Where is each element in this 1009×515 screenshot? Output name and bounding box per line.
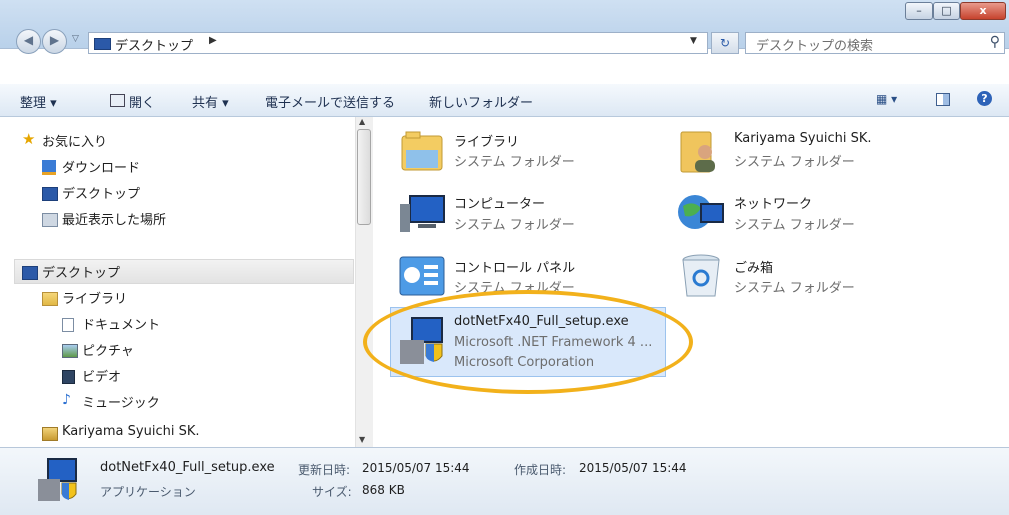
- email-button[interactable]: 電子メールで送信する: [265, 92, 395, 111]
- music-icon: ♪: [62, 392, 71, 408]
- item-type-libraries: システム フォルダー: [454, 155, 575, 170]
- close-button[interactable]: x: [960, 2, 1006, 20]
- network-icon[interactable]: [675, 190, 727, 238]
- computer-icon[interactable]: [396, 190, 448, 238]
- command-bar: 整理 ▾ 開く 共有 ▾ 電子メールで送信する 新しいフォルダー ▦ ▾ ?: [0, 84, 1009, 117]
- address-bar[interactable]: デスクトップ ▶: [88, 32, 708, 54]
- item-name-recycle-bin[interactable]: ごみ箱: [734, 257, 773, 276]
- nav-music[interactable]: ミュージック: [82, 392, 160, 411]
- nav-user-folder[interactable]: Kariyama Syuichi SK.: [62, 424, 199, 439]
- nav-documents[interactable]: ドキュメント: [82, 314, 160, 333]
- document-icon: [62, 318, 74, 332]
- open-icon: [110, 94, 125, 107]
- pictures-icon: [62, 344, 78, 358]
- star-icon: ★: [22, 130, 36, 148]
- recycle-bin-icon[interactable]: [675, 252, 727, 300]
- details-created-label: 作成日時:: [514, 463, 567, 477]
- forward-arrow-icon: ▶: [49, 33, 60, 47]
- history-dropdown-icon[interactable]: ▽: [72, 34, 79, 44]
- address-location[interactable]: デスクトップ: [115, 35, 193, 54]
- desktop-icon: [94, 38, 111, 50]
- item-type-recycle-bin: システム フォルダー: [734, 281, 855, 296]
- refresh-icon: ↻: [719, 36, 731, 50]
- nav-downloads[interactable]: ダウンロード: [62, 157, 140, 176]
- item-type-network: システム フォルダー: [734, 218, 855, 233]
- organize-button[interactable]: 整理 ▾: [20, 92, 57, 111]
- details-pane: [0, 447, 1009, 515]
- new-folder-button[interactable]: 新しいフォルダー: [429, 92, 533, 111]
- nav-desktop[interactable]: デスクトップ: [42, 262, 120, 281]
- details-size-label: サイズ:: [312, 485, 352, 499]
- highlight-circle-annotation: [363, 290, 693, 394]
- preview-pane-icon[interactable]: [936, 93, 950, 106]
- item-type-user: システム フォルダー: [734, 155, 855, 170]
- scroll-thumb[interactable]: [357, 129, 371, 225]
- refresh-button[interactable]: ↻: [711, 32, 739, 54]
- library-icon: [42, 292, 58, 306]
- details-filename: dotNetFx40_Full_setup.exe: [100, 460, 275, 475]
- control-panel-icon[interactable]: [396, 255, 448, 301]
- maximize-icon: □: [941, 4, 952, 17]
- search-box[interactable]: デスクトップの検索 ⚲: [745, 32, 1005, 54]
- user-folder-icon: [42, 427, 58, 441]
- nav-recent-places[interactable]: 最近表示した場所: [62, 209, 166, 228]
- desktop-icon: [42, 187, 58, 201]
- details-type: アプリケーション: [100, 485, 196, 499]
- search-icon[interactable]: ⚲: [990, 34, 1000, 50]
- item-name-libraries[interactable]: ライブラリ: [454, 131, 519, 150]
- nav-libraries[interactable]: ライブラリ: [62, 288, 127, 307]
- help-icon[interactable]: ?: [977, 91, 992, 106]
- nav-desktop-favorite[interactable]: デスクトップ: [62, 183, 140, 202]
- nav-favorites[interactable]: お気に入り: [42, 131, 107, 150]
- recent-places-icon: [42, 213, 58, 227]
- share-button[interactable]: 共有 ▾: [192, 92, 229, 111]
- details-modified-value: 2015/05/07 15:44: [362, 461, 470, 475]
- open-button[interactable]: 開く: [129, 92, 155, 111]
- item-name-network[interactable]: ネットワーク: [734, 193, 812, 212]
- view-options-icon[interactable]: ▦ ▾: [876, 92, 897, 106]
- nav-scrollbar[interactable]: ▲ ▼: [355, 117, 373, 447]
- item-name-user[interactable]: Kariyama Syuichi SK.: [734, 131, 871, 146]
- desktop-icon: [22, 266, 38, 280]
- breadcrumb-arrow-icon[interactable]: ▶: [209, 35, 217, 46]
- details-created-value: 2015/05/07 15:44: [579, 461, 687, 475]
- item-type-computer: システム フォルダー: [454, 218, 575, 233]
- details-modified-label: 更新日時:: [298, 463, 351, 477]
- details-size-value: 868 KB: [362, 483, 405, 497]
- nav-pictures[interactable]: ピクチャ: [82, 340, 134, 359]
- item-name-control-panel[interactable]: コントロール パネル: [454, 257, 575, 276]
- download-icon: [42, 160, 56, 175]
- item-name-computer[interactable]: コンピューター: [454, 193, 545, 212]
- back-arrow-icon: ◀: [23, 33, 34, 47]
- scroll-up-icon[interactable]: ▲: [359, 117, 365, 126]
- search-placeholder: デスクトップの検索: [756, 39, 874, 54]
- minimize-icon: –: [916, 4, 922, 17]
- video-icon: [62, 370, 75, 384]
- minimize-button[interactable]: –: [905, 2, 933, 20]
- maximize-button[interactable]: □: [933, 2, 960, 20]
- back-button[interactable]: ◀: [16, 29, 41, 54]
- address-dropdown-icon[interactable]: ▼: [690, 36, 697, 46]
- nav-videos[interactable]: ビデオ: [82, 366, 121, 385]
- scroll-down-icon[interactable]: ▼: [359, 435, 365, 444]
- installer-icon: [34, 455, 82, 505]
- library-folder-icon[interactable]: [396, 128, 448, 176]
- close-icon: x: [979, 4, 987, 17]
- user-folder-icon[interactable]: [675, 128, 727, 176]
- forward-button[interactable]: ▶: [42, 29, 67, 54]
